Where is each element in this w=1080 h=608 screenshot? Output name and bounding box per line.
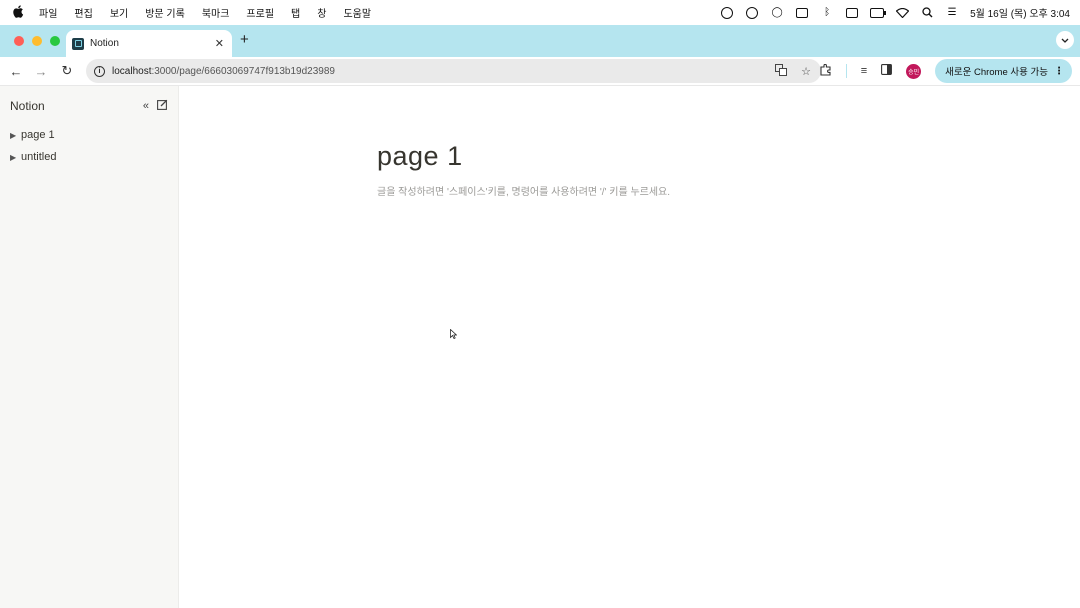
battery-icon[interactable] (870, 7, 887, 19)
chat-icon[interactable]: ◯ (770, 7, 784, 19)
notion-favicon-icon (72, 37, 84, 50)
wifi-icon[interactable] (895, 7, 909, 19)
extensions-icon[interactable] (820, 63, 832, 79)
tab-notion[interactable]: Notion ✕ (66, 30, 232, 57)
bookmark-star-icon[interactable]: ☆ (801, 65, 811, 78)
chevron-right-icon[interactable]: ▶ (10, 153, 21, 162)
sidebar-item-label: untitled (21, 151, 57, 163)
sidebar-item-label: page 1 (21, 129, 55, 141)
sidebar-item-untitled[interactable]: ▶ untitled (10, 146, 168, 168)
tab-search-button[interactable] (1056, 31, 1074, 49)
workspace-title: Notion (10, 99, 45, 113)
tab-title: Notion (90, 38, 119, 49)
media-queue-icon[interactable]: ≡ (861, 65, 867, 77)
menu-profiles[interactable]: 프로필 (246, 5, 274, 20)
new-tab-button[interactable]: + (240, 32, 249, 48)
menu-edit[interactable]: 편집 (74, 5, 92, 20)
menu-window[interactable]: 창 (317, 5, 326, 20)
close-window-button[interactable] (14, 36, 24, 46)
screen-icon[interactable] (845, 7, 859, 19)
editor-placeholder[interactable]: 글을 작성하려면 '스페이스'키를, 명령어를 사용하려면 '/' 키를 누르세… (377, 183, 670, 198)
spotlight-search-icon[interactable] (920, 7, 934, 19)
page-editor[interactable]: page 1 글을 작성하려면 '스페이스'키를, 명령어를 사용하려면 '/'… (179, 86, 1080, 608)
menu-bar-clock[interactable]: 5월 16일 (목) 오후 3:04 (970, 5, 1070, 20)
apple-icon[interactable] (13, 4, 25, 21)
browser-toolbar: ← → ↻ i localhost:3000/page/66603069747f… (0, 57, 1080, 86)
url-path: :3000/page/66603069747f913b19d23989 (151, 65, 335, 77)
reload-icon[interactable]: ↻ (60, 63, 74, 78)
collapse-sidebar-icon[interactable]: « (143, 100, 149, 112)
new-page-icon[interactable] (157, 99, 168, 113)
menu-bookmarks[interactable]: 북마크 (202, 5, 230, 20)
browser-tab-strip: Notion ✕ (0, 25, 1080, 57)
chevron-right-icon[interactable]: ▶ (10, 131, 21, 140)
menu-file[interactable]: 파일 (39, 5, 57, 20)
forward-arrow-icon[interactable]: → (34, 64, 48, 79)
address-bar[interactable]: i localhost:3000/page/66603069747f913b19… (86, 59, 821, 83)
side-panel-icon[interactable] (881, 64, 893, 78)
notion-app: Notion « ▶ page 1 ▶ untitled page 1 글을 작… (0, 86, 1080, 608)
translate-icon[interactable] (775, 63, 788, 79)
chevron-down-icon (1061, 38, 1069, 43)
back-arrow-icon[interactable]: ← (9, 64, 23, 79)
menu-tab[interactable]: 탭 (291, 5, 300, 20)
update-label: 새로운 Chrome 사용 가능 (945, 67, 1048, 78)
sidebar: Notion « ▶ page 1 ▶ untitled (0, 86, 179, 608)
minimize-window-button[interactable] (32, 36, 42, 46)
url-host: localhost (112, 65, 152, 77)
window-controls (14, 36, 60, 46)
status-icon[interactable] (720, 6, 734, 19)
fullscreen-window-button[interactable] (50, 36, 60, 46)
app-status-icon[interactable] (745, 6, 759, 19)
bluetooth-icon[interactable]: ᛒ (820, 7, 834, 19)
macos-menu-bar: Chrome 파일 편집 보기 방문 기록 북마크 프로필 탭 창 도움말 ◯ … (0, 0, 1080, 97)
more-menu-icon[interactable]: ⋮ (1054, 66, 1064, 77)
menu-history[interactable]: 방문 기록 (145, 5, 185, 20)
menu-view[interactable]: 보기 (110, 5, 128, 20)
toolbar-divider (845, 64, 847, 78)
chrome-update-button[interactable]: 새로운 Chrome 사용 가능 ⋮ (935, 59, 1072, 83)
close-tab-icon[interactable]: ✕ (215, 37, 224, 50)
sidebar-header: Notion « (10, 98, 168, 114)
sidebar-item-page-1[interactable]: ▶ page 1 (10, 124, 168, 146)
page-title[interactable]: page 1 (377, 141, 463, 172)
site-info-icon[interactable]: i (94, 65, 105, 77)
window-icon[interactable] (795, 7, 809, 19)
profile-avatar[interactable]: 승민 (906, 63, 922, 79)
control-center-icon[interactable]: ☰ (945, 7, 959, 19)
menu-help[interactable]: 도움말 (343, 5, 371, 20)
mouse-pointer-icon (450, 329, 457, 339)
